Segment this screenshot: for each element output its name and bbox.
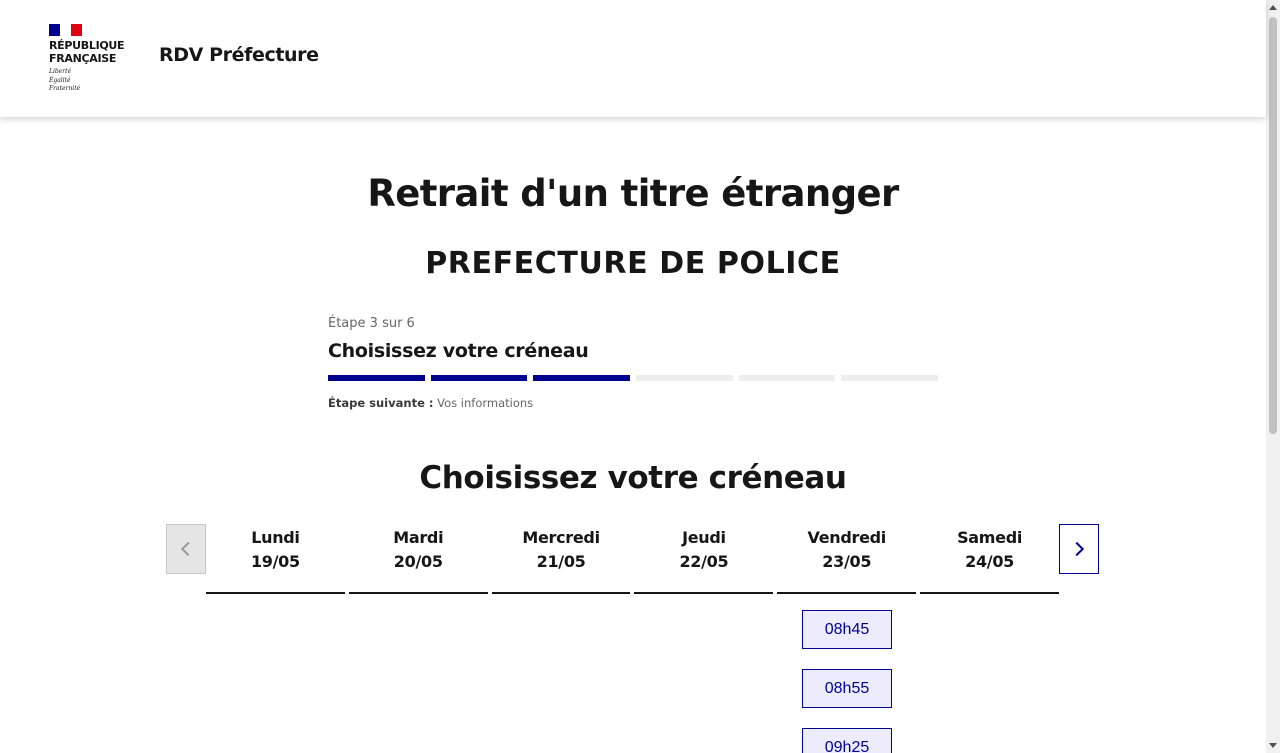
section-title: Choisissez votre créneau <box>419 460 847 496</box>
republique-francaise-logo[interactable]: RÉPUBLIQUE FRANÇAISE Liberté Égalité Fra… <box>49 24 139 94</box>
stepper-state: Étape 3 sur 6 <box>328 316 415 331</box>
calendar-days: Lundi 19/05 Mardi 20/05 Mercredi 21/05 J… <box>206 524 1059 594</box>
stepper: Étape 3 sur 6 Choisissez votre créneau É… <box>328 316 939 410</box>
site-title[interactable]: RDV Préfecture <box>159 44 319 66</box>
previous-week-button[interactable] <box>166 524 206 574</box>
motto-liberte: Liberté <box>49 68 72 75</box>
vertical-scrollbar[interactable] <box>1266 0 1280 753</box>
day-column-mercredi: Mercredi 21/05 <box>491 524 631 594</box>
logo-motto: Liberté Égalité Fraternité <box>49 68 139 94</box>
day-column-lundi: Lundi 19/05 <box>206 524 345 594</box>
scroll-up-arrow-icon[interactable] <box>1269 5 1277 10</box>
stepper-bar-pending <box>841 375 939 381</box>
scrollbar-thumb[interactable] <box>1269 17 1277 434</box>
motto-egalite: Égalité <box>49 76 71 84</box>
day-column-vendredi: Vendredi 23/05 <box>777 524 917 594</box>
time-slot-button[interactable]: 09h25 <box>802 728 892 753</box>
day-date: 21/05 <box>536 552 586 571</box>
time-slot-button[interactable]: 08h45 <box>802 610 892 649</box>
time-slot-button[interactable]: 08h55 <box>802 669 892 708</box>
day-column-mardi: Mardi 20/05 <box>348 524 488 594</box>
scroll-down-arrow-icon[interactable] <box>1269 743 1277 748</box>
day-name: Mercredi <box>522 528 600 547</box>
day-name: Lundi <box>251 528 300 547</box>
stepper-bar-completed <box>533 375 631 381</box>
page-title: Retrait d'un titre étranger <box>367 172 899 215</box>
chevron-left-icon <box>180 541 196 557</box>
day-column-samedi: Samedi 24/05 <box>920 524 1059 594</box>
stepper-next-value: Vos informations <box>437 396 534 410</box>
day-date: 20/05 <box>393 552 443 571</box>
stepper-bar-pending <box>636 375 733 381</box>
logo-text: RÉPUBLIQUE FRANÇAISE <box>49 39 139 65</box>
day-name: Jeudi <box>682 528 726 547</box>
stepper-bar-completed <box>328 375 425 381</box>
stepper-next-label: Étape suivante : <box>328 396 434 410</box>
french-flag-icon <box>49 24 82 36</box>
day-date: 24/05 <box>965 552 1014 571</box>
day-name: Mardi <box>393 528 444 547</box>
day-date: 23/05 <box>822 552 872 571</box>
day-date: 19/05 <box>250 552 300 571</box>
stepper-next-step: Étape suivante : Vos informations <box>328 396 938 410</box>
stepper-title: Choisissez votre créneau <box>328 340 589 362</box>
day-name: Vendredi <box>807 528 886 547</box>
stepper-bar-pending <box>738 375 836 381</box>
day-name: Samedi <box>957 528 1023 547</box>
chevron-right-icon <box>1069 541 1085 557</box>
day-column-jeudi: Jeudi 22/05 <box>634 524 774 594</box>
motto-fraternite: Fraternité <box>49 85 81 92</box>
site-header: RÉPUBLIQUE FRANÇAISE Liberté Égalité Fra… <box>0 0 1266 117</box>
prefecture-title: PREFECTURE DE POLICE <box>425 246 841 281</box>
logo-line-1: RÉPUBLIQUE <box>49 39 125 52</box>
next-week-button[interactable] <box>1059 524 1099 574</box>
stepper-bar-completed <box>430 375 528 381</box>
logo-line-2: FRANÇAISE <box>49 52 117 65</box>
day-date: 22/05 <box>679 552 729 571</box>
stepper-progress-bars <box>328 375 939 381</box>
time-slots-vendredi: 08h45 08h55 09h25 <box>802 610 892 753</box>
